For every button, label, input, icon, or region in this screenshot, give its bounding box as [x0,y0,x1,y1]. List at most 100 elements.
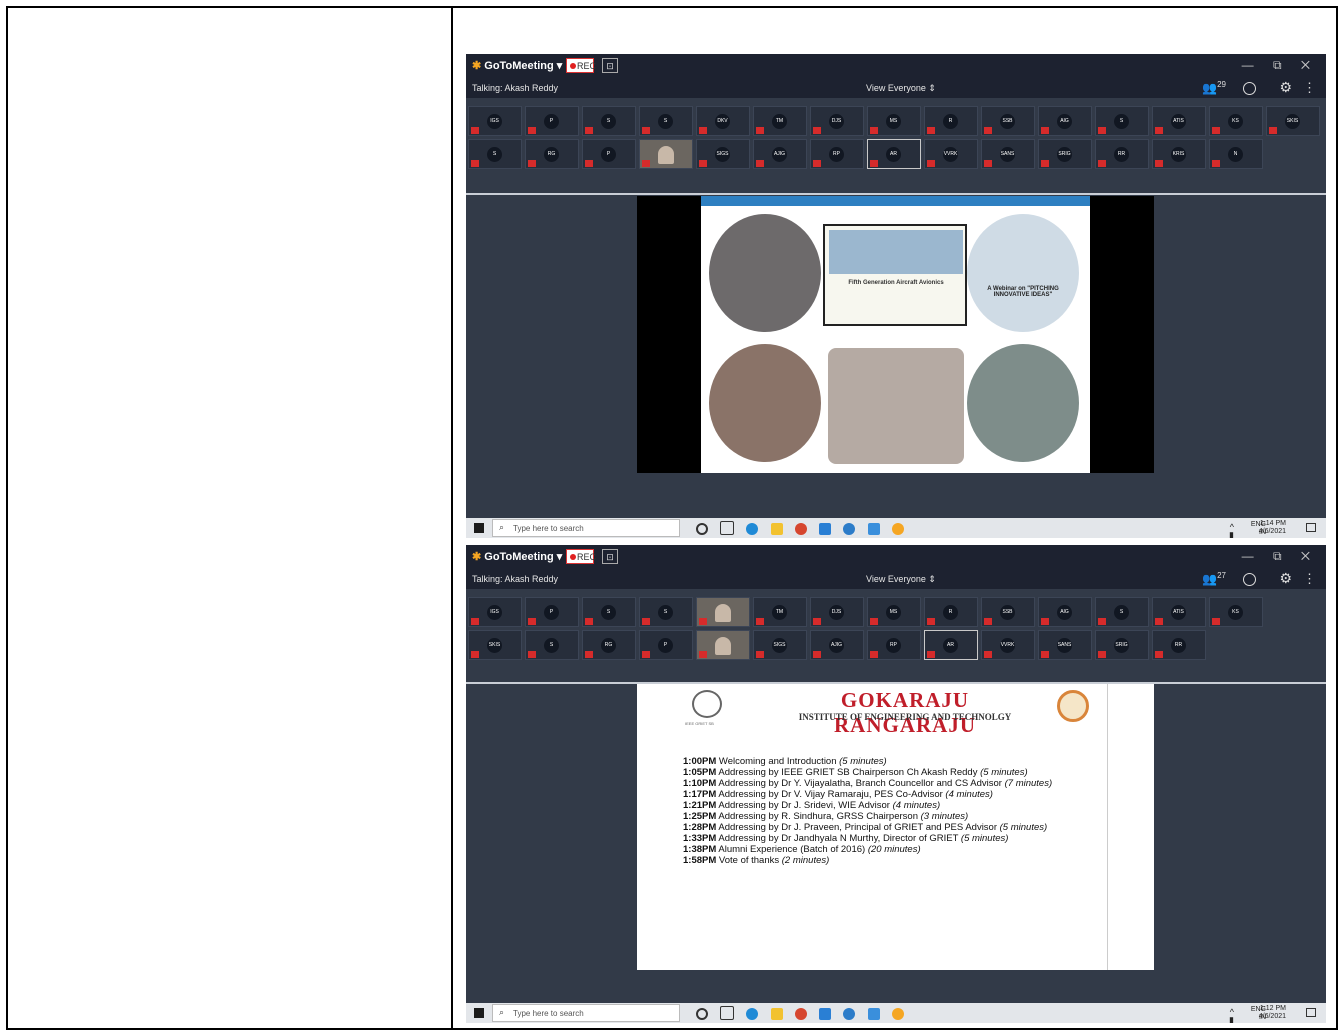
participant-video-tile[interactable] [696,630,750,660]
app-icon[interactable] [843,1008,856,1020]
participant-tile[interactable]: S [525,630,579,660]
participant-tile[interactable]: S [639,597,693,627]
participant-tile[interactable]: DJS [810,106,864,136]
app-icon[interactable] [843,523,856,535]
grid-divider[interactable] [466,193,1326,195]
cortana-icon[interactable] [696,1008,708,1020]
participant-tile[interactable]: VVRK [924,139,978,169]
lock-icon[interactable]: ⊡ [602,549,618,564]
lang-indicator[interactable]: ENG IN [1251,521,1266,537]
attendees-button[interactable]: 👥29 [1202,80,1226,95]
participant-tile[interactable]: KS [1209,106,1263,136]
participant-tile[interactable]: S [582,597,636,627]
notification-icon[interactable] [1306,523,1316,532]
participant-tile[interactable]: S [1095,597,1149,627]
app-logo[interactable]: ✱ GoToMeeting ▾ [472,550,562,563]
gotomeeting-taskbar-icon[interactable] [891,1008,904,1020]
taskbar-search[interactable]: ⌕ Type here to search [492,1004,680,1022]
chrome-icon[interactable] [794,523,807,535]
participant-tile[interactable]: KRIS [1152,139,1206,169]
participant-tile[interactable]: ATIS [1152,597,1206,627]
task-view-icon[interactable] [720,521,735,535]
participant-tile[interactable]: R [924,597,978,627]
tray-icons[interactable]: ^ ▮ ◢ ▬ [1225,1008,1240,1024]
participant-tile[interactable]: R [924,106,978,136]
participant-tile[interactable]: SIGS [753,630,807,660]
task-view-icon[interactable] [720,1006,735,1020]
app-logo[interactable]: ✱ GoToMeeting ▾ [472,59,562,72]
window-controls[interactable]: — ⧉ ✕ [1242,549,1318,564]
chat-icon[interactable] [1243,573,1256,586]
participant-tile[interactable]: P [582,139,636,169]
participant-tile[interactable]: MS [867,106,921,136]
participant-tile[interactable]: SRIG [1038,139,1092,169]
participant-tile[interactable]: RR [1152,630,1206,660]
participant-tile[interactable]: AR [867,139,921,169]
lock-icon[interactable]: ⊡ [602,58,618,73]
participant-tile[interactable]: SKIS [1266,106,1320,136]
gear-icon[interactable]: ⚙ [1279,570,1292,587]
participant-tile[interactable]: N [1209,139,1263,169]
attendees-button[interactable]: 👥27 [1202,571,1226,586]
file-explorer-icon[interactable] [770,1008,783,1020]
participant-tile[interactable]: IGS [468,597,522,627]
participant-tile[interactable]: DJS [810,597,864,627]
participant-tile[interactable]: SRIG [1095,630,1149,660]
participant-tile[interactable]: SANS [1038,630,1092,660]
participant-tile[interactable]: RP [867,630,921,660]
chat-icon[interactable] [1243,82,1256,95]
participant-tile[interactable]: SANS [981,139,1035,169]
participant-tile[interactable]: KS [1209,597,1263,627]
participant-tile[interactable]: AR [924,630,978,660]
window-controls[interactable]: — ⧉ ✕ [1242,58,1318,73]
gear-icon[interactable]: ⚙ [1279,79,1292,96]
participant-tile[interactable]: TM [753,106,807,136]
participant-video-tile[interactable] [696,597,750,627]
participant-tile[interactable]: AIG [1038,106,1092,136]
tray-icons[interactable]: ^ ▮ ◢ ▬ [1225,523,1240,539]
participant-tile[interactable]: S [639,106,693,136]
view-selector[interactable]: View Everyone ⇕ [866,83,936,94]
cortana-icon[interactable] [696,523,708,535]
participant-tile[interactable]: S [1095,106,1149,136]
chrome-icon[interactable] [794,1008,807,1020]
participant-tile[interactable]: RR [1095,139,1149,169]
participant-tile[interactable]: MS [867,597,921,627]
gotomeeting-taskbar-icon[interactable] [891,523,904,535]
store-icon[interactable] [819,523,832,535]
participant-tile[interactable]: P [525,597,579,627]
participant-tile[interactable]: IGS [468,106,522,136]
file-explorer-icon[interactable] [770,523,783,535]
photos-icon[interactable] [867,523,880,535]
participant-tile[interactable]: AJIG [753,139,807,169]
participant-tile[interactable]: AJIG [810,630,864,660]
edge-icon[interactable] [746,523,759,535]
taskbar-search[interactable]: ⌕ Type here to search [492,519,680,537]
participant-tile[interactable]: SIGS [696,139,750,169]
more-icon[interactable]: ⋮ [1303,571,1316,587]
participant-tile[interactable]: P [639,630,693,660]
store-icon[interactable] [819,1008,832,1020]
windows-start-icon[interactable] [474,1008,484,1018]
participant-tile[interactable]: P [525,106,579,136]
participant-tile[interactable]: S [582,106,636,136]
edge-icon[interactable] [746,1008,759,1020]
photos-icon[interactable] [867,1008,880,1020]
recording-badge[interactable]: REC [566,549,596,564]
notification-icon[interactable] [1306,1008,1316,1017]
participant-tile[interactable]: SSB [981,597,1035,627]
participant-tile[interactable]: RG [525,139,579,169]
participant-tile[interactable]: S [468,139,522,169]
more-icon[interactable]: ⋮ [1303,80,1316,96]
participant-tile[interactable]: SKIS [468,630,522,660]
participant-tile[interactable]: ATIS [1152,106,1206,136]
lang-indicator[interactable]: ENG IN [1251,1006,1266,1022]
participant-tile[interactable]: TM [753,597,807,627]
participant-tile[interactable]: VVRK [981,630,1035,660]
participant-tile[interactable]: AIG [1038,597,1092,627]
windows-start-icon[interactable] [474,523,484,533]
recording-badge[interactable]: REC [566,58,596,73]
participant-tile[interactable]: SSB [981,106,1035,136]
participant-video-tile[interactable] [639,139,693,169]
participant-tile[interactable]: DKV [696,106,750,136]
